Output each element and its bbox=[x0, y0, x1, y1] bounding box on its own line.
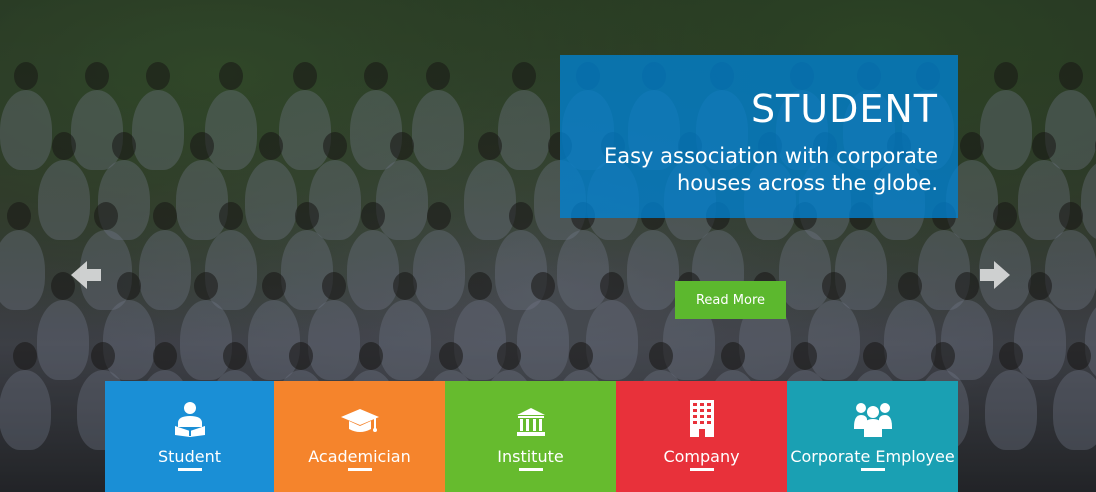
read-more-button[interactable]: Read More bbox=[675, 281, 786, 319]
tile-institute[interactable]: Institute bbox=[445, 381, 616, 492]
tile-label: Student bbox=[158, 447, 221, 466]
tile-label: Company bbox=[663, 447, 740, 466]
tile-underline bbox=[689, 468, 714, 471]
student-reading-icon bbox=[172, 401, 208, 437]
tile-label: Institute bbox=[497, 447, 564, 466]
tile-underline bbox=[518, 468, 543, 471]
tile-academician[interactable]: Academician bbox=[274, 381, 445, 492]
slide-description: Easy association with corporate houses a… bbox=[580, 143, 938, 197]
tile-corporate-employee[interactable]: Corporate Employee bbox=[787, 381, 958, 492]
tile-underline bbox=[860, 468, 885, 471]
office-building-icon bbox=[689, 400, 715, 437]
slide-description-line2: houses across the globe. bbox=[676, 171, 938, 195]
graduation-cap-icon bbox=[340, 401, 380, 437]
group-people-icon bbox=[852, 401, 894, 437]
tile-underline bbox=[347, 468, 372, 471]
tile-company[interactable]: Company bbox=[616, 381, 787, 492]
category-tiles: Student Academician Institute Company Co… bbox=[105, 381, 958, 492]
slide-title: STUDENT bbox=[750, 87, 938, 131]
tile-label: Academician bbox=[308, 447, 411, 466]
hero-slider: STUDENT Easy association with corporate … bbox=[0, 0, 1096, 492]
slide-caption: STUDENT Easy association with corporate … bbox=[560, 55, 958, 218]
slide-description-line1: Easy association with corporate bbox=[603, 144, 938, 168]
building-columns-icon bbox=[516, 401, 546, 437]
tile-label: Corporate Employee bbox=[790, 447, 955, 466]
tile-underline bbox=[177, 468, 202, 471]
tile-student[interactable]: Student bbox=[105, 381, 274, 492]
